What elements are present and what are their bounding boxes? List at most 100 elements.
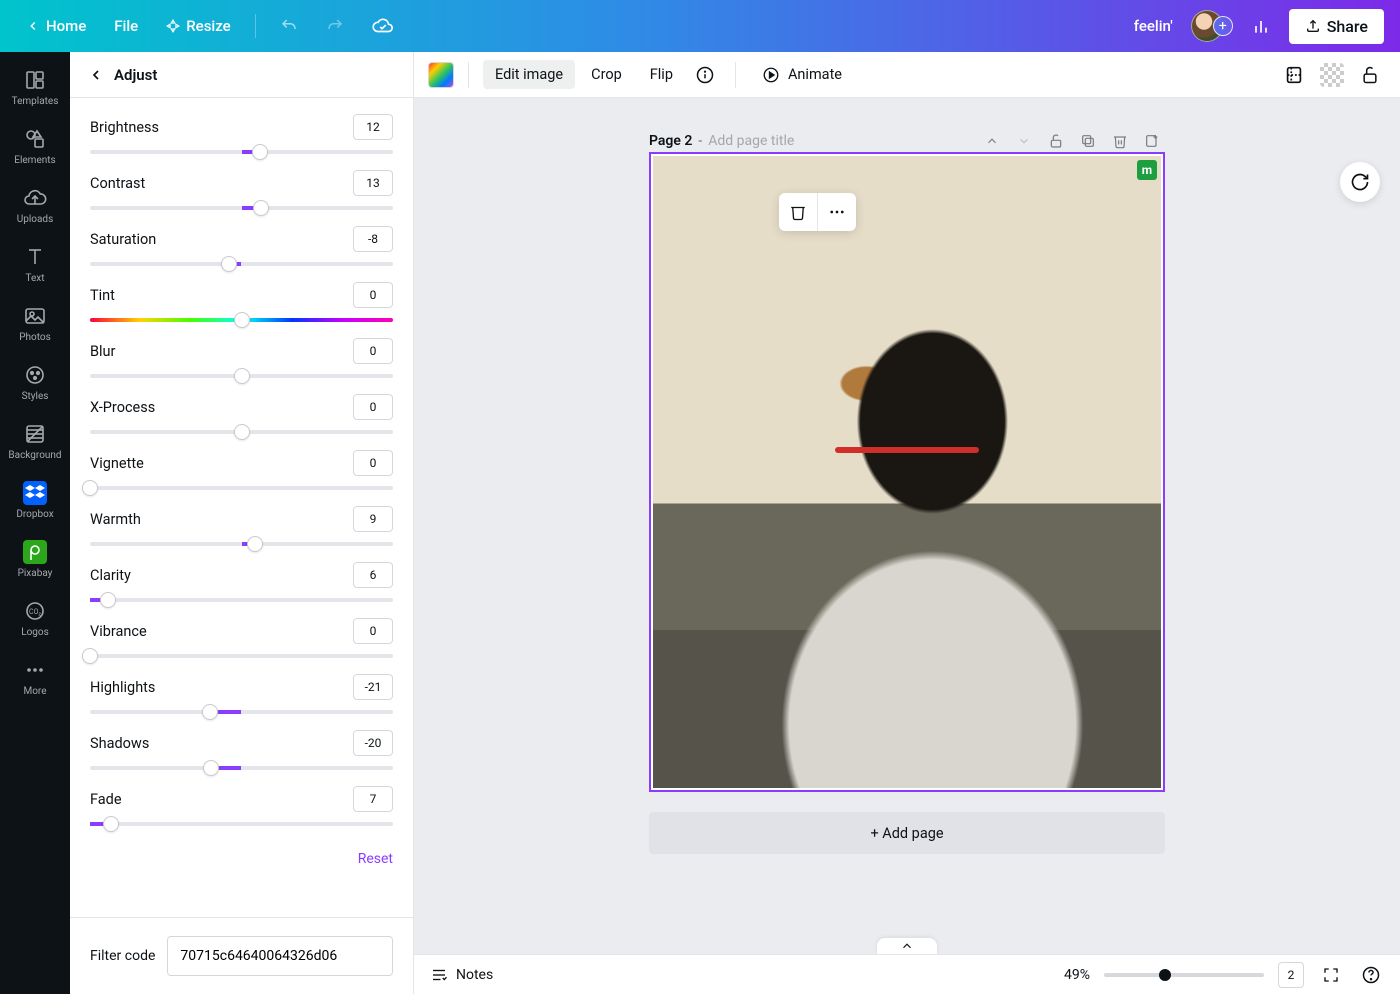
slider-value-input[interactable]: 12 — [353, 114, 393, 140]
slider-track[interactable] — [90, 318, 393, 322]
slider-track[interactable] — [90, 374, 393, 378]
slider-track[interactable] — [90, 654, 393, 658]
lock-page-button[interactable] — [1043, 128, 1069, 154]
slider-track[interactable] — [90, 430, 393, 434]
slider-value-input[interactable]: 0 — [353, 618, 393, 644]
slider-thumb[interactable] — [234, 368, 250, 384]
page-title-input[interactable]: Add page title — [708, 133, 975, 149]
page-down-button[interactable] — [1011, 128, 1037, 154]
slider-thumb[interactable] — [221, 256, 237, 272]
slider-shadows: Shadows -20 — [90, 730, 393, 770]
slider-track[interactable] — [90, 542, 393, 546]
image-content[interactable] — [653, 156, 1161, 788]
zoom-slider[interactable] — [1104, 973, 1264, 977]
resize-menu[interactable]: Resize — [156, 11, 240, 41]
cloud-status[interactable] — [362, 9, 404, 43]
slider-value-input[interactable]: 0 — [353, 394, 393, 420]
add-page-button[interactable]: + Add page — [649, 812, 1165, 854]
slider-value-input[interactable]: 7 — [353, 786, 393, 812]
insights-button[interactable] — [1241, 10, 1281, 42]
slider-vignette: Vignette 0 — [90, 450, 393, 490]
zoom-thumb[interactable] — [1159, 969, 1171, 981]
animate-button[interactable]: Animate — [750, 60, 854, 90]
home-button[interactable]: Home — [16, 11, 96, 41]
refresh-button[interactable] — [1340, 162, 1380, 202]
slider-value-input[interactable]: -8 — [353, 226, 393, 252]
back-button[interactable] — [88, 67, 104, 83]
rail-item-more[interactable]: More — [0, 648, 70, 705]
slider-track[interactable] — [90, 822, 393, 826]
slider-thumb[interactable] — [82, 480, 98, 496]
slider-thumb[interactable] — [203, 760, 219, 776]
rail-item-templates[interactable]: Templates — [0, 58, 70, 115]
chevron-left-icon — [26, 19, 40, 33]
slider-thumb[interactable] — [100, 592, 116, 608]
page-up-button[interactable] — [979, 128, 1005, 154]
rail-item-styles[interactable]: Styles — [0, 353, 70, 410]
add-member-button[interactable]: + — [1213, 16, 1233, 36]
color-swatch[interactable] — [428, 62, 454, 88]
rail-item-elements[interactable]: Elements — [0, 117, 70, 174]
slider-thumb[interactable] — [234, 312, 250, 328]
slider-label: Saturation — [90, 231, 156, 248]
slider-track[interactable] — [90, 710, 393, 714]
lock-button[interactable] — [1354, 59, 1386, 91]
add-page-icon-button[interactable] — [1139, 128, 1165, 154]
transparency-button[interactable] — [1316, 59, 1348, 91]
context-toolbar: Edit image Crop Flip Animate — [414, 52, 1400, 98]
slider-thumb[interactable] — [202, 704, 218, 720]
slider-value-input[interactable]: 0 — [353, 282, 393, 308]
slider-thumb[interactable] — [247, 536, 263, 552]
rail-item-photos[interactable]: Photos — [0, 294, 70, 351]
slider-thumb[interactable] — [234, 424, 250, 440]
help-button[interactable] — [1358, 962, 1384, 988]
page-canvas[interactable]: m — [649, 152, 1165, 792]
slider-track[interactable] — [90, 262, 393, 266]
undo-button[interactable] — [270, 11, 308, 41]
slider-value-input[interactable]: 6 — [353, 562, 393, 588]
slider-value-input[interactable]: -20 — [353, 730, 393, 756]
rail-item-text[interactable]: Text — [0, 235, 70, 292]
slider-thumb[interactable] — [253, 200, 269, 216]
filter-code-input[interactable] — [167, 936, 393, 976]
file-menu[interactable]: File — [104, 11, 148, 41]
flip-button[interactable]: Flip — [638, 60, 685, 89]
rail-item-pixabay[interactable]: Pixabay — [0, 530, 70, 587]
fullscreen-button[interactable] — [1318, 962, 1344, 988]
rail-item-dropbox[interactable]: Dropbox — [0, 471, 70, 528]
reset-button[interactable]: Reset — [358, 851, 393, 867]
slider-track[interactable] — [90, 486, 393, 490]
share-button[interactable]: Share — [1289, 9, 1384, 44]
slider-value-input[interactable]: 9 — [353, 506, 393, 532]
redo-button[interactable] — [316, 11, 354, 41]
slider-track[interactable] — [90, 766, 393, 770]
duplicate-page-button[interactable] — [1075, 128, 1101, 154]
slider-track[interactable] — [90, 150, 393, 154]
slider-thumb[interactable] — [82, 648, 98, 664]
slider-value-input[interactable]: 13 — [353, 170, 393, 196]
slider-thumb[interactable] — [103, 816, 119, 832]
slider-track[interactable] — [90, 206, 393, 210]
rail-item-background[interactable]: Background — [0, 412, 70, 469]
slider-value-input[interactable]: -21 — [353, 674, 393, 700]
slider-track[interactable] — [90, 598, 393, 602]
position-button[interactable] — [1278, 59, 1310, 91]
delete-page-button[interactable] — [1107, 128, 1133, 154]
expand-pages-button[interactable] — [877, 938, 937, 954]
crop-button[interactable]: Crop — [579, 60, 634, 89]
rail-item-logos[interactable]: CO₂Logos — [0, 589, 70, 646]
page-header: Page 2 - Add page title — [649, 128, 1165, 154]
slider-vibrance: Vibrance 0 — [90, 618, 393, 658]
slider-value-input[interactable]: 0 — [353, 338, 393, 364]
notes-button[interactable]: Notes — [430, 966, 493, 984]
edit-image-button[interactable]: Edit image — [483, 60, 575, 89]
slider-value-input[interactable]: 0 — [353, 450, 393, 476]
slider-thumb[interactable] — [252, 144, 268, 160]
more-element-button[interactable] — [818, 193, 856, 231]
page-count-button[interactable]: 2 — [1278, 962, 1304, 988]
redo-icon — [326, 17, 344, 35]
info-button[interactable] — [689, 59, 721, 91]
rail-item-uploads[interactable]: Uploads — [0, 176, 70, 233]
delete-element-button[interactable] — [779, 193, 817, 231]
project-name[interactable]: feelin' — [1124, 11, 1183, 41]
